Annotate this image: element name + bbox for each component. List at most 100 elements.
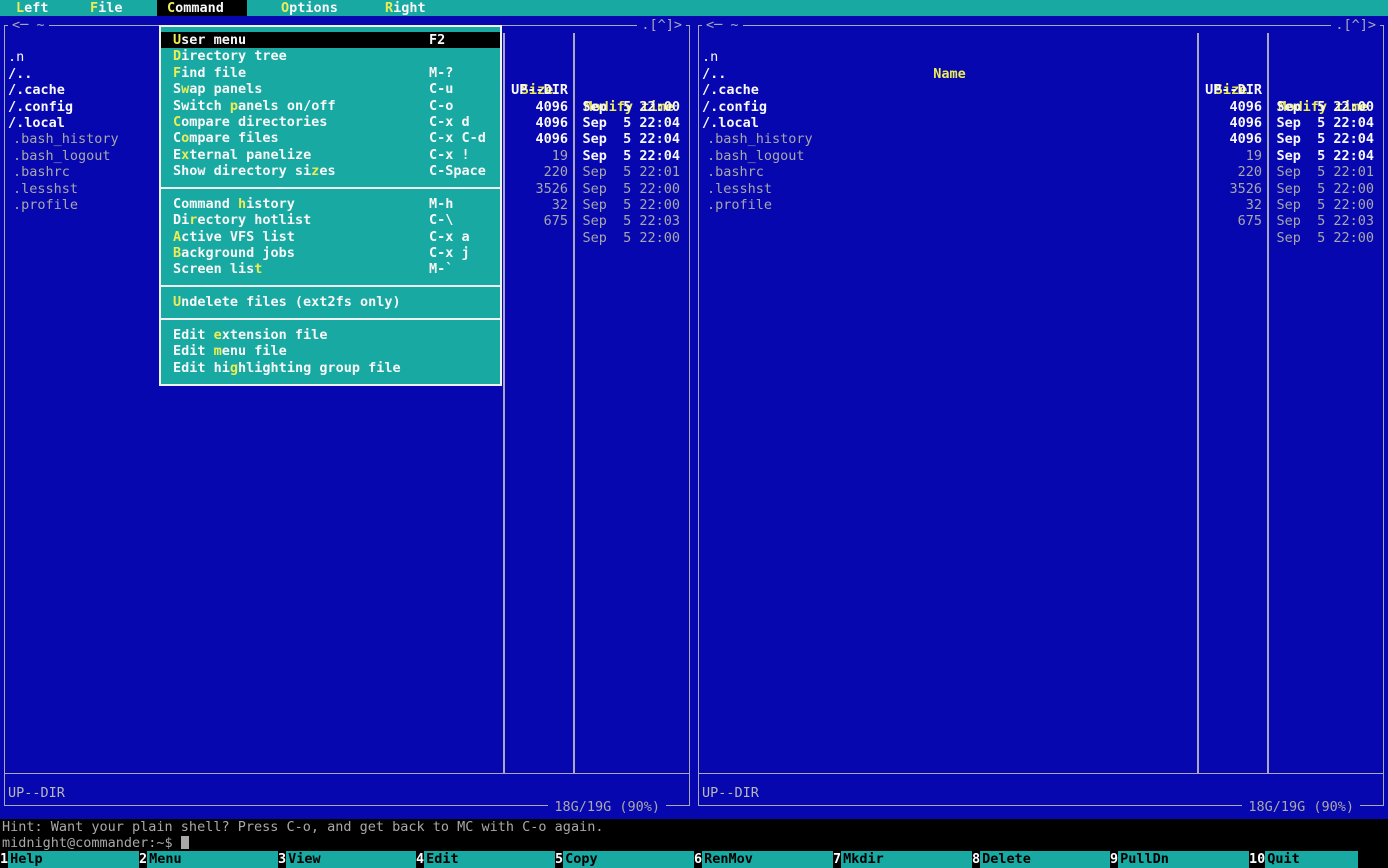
- fkey-number: 1: [0, 851, 8, 868]
- label-hotkey: A: [173, 229, 181, 245]
- file-row[interactable]: /.. UP--DIR Sep 5 22:00: [694, 49, 1388, 65]
- label-pre: Screen lis: [173, 261, 254, 277]
- file-size: 32: [506, 197, 568, 213]
- label-hotkey: g: [230, 360, 238, 376]
- menu-options[interactable]: Options: [281, 0, 338, 16]
- menu-item-directory-tree[interactable]: Directory tree: [161, 48, 500, 64]
- menu-item-switch-panels-on-off[interactable]: Switch panels on/offC-o: [161, 98, 500, 114]
- right-panel-disk-usage: 18G/19G (90%): [1242, 799, 1360, 815]
- file-size: 675: [506, 213, 568, 229]
- right-panel-column-headers: .n Name Size Modify time: [694, 33, 1388, 49]
- file-row[interactable]: /.local 4096 Sep 5 22:04: [694, 99, 1388, 115]
- menu-left[interactable]: Left: [16, 0, 49, 16]
- left-panel-ministatus-divider: [5, 773, 689, 774]
- shortcut-label: F2: [429, 32, 445, 48]
- file-row[interactable]: .bashrc 3526 Sep 5 22:00: [694, 148, 1388, 164]
- label-pre: Edit hi: [173, 360, 230, 376]
- menu-separator: [161, 180, 500, 196]
- fkey-delete[interactable]: 8Delete: [972, 851, 1110, 868]
- label-pre: Command: [173, 196, 238, 212]
- menu-right[interactable]: Right: [385, 0, 426, 16]
- file-row[interactable]: /.config 4096 Sep 5 22:04: [694, 82, 1388, 98]
- label-pre: C: [173, 130, 181, 146]
- shortcut-label: M-`: [429, 261, 453, 277]
- fkey-number: 10: [1249, 851, 1265, 868]
- block-cursor[interactable]: [181, 836, 189, 849]
- fkey-number: 7: [833, 851, 841, 868]
- menu-item-compare-files[interactable]: Compare filesC-x C-d: [161, 130, 500, 146]
- label-hotkey: p: [230, 98, 238, 114]
- file-row[interactable]: .bash_history 19 Sep 5 22:01: [694, 115, 1388, 131]
- fkey-mkdir[interactable]: 7Mkdir: [833, 851, 972, 868]
- menu-item-edit-highlighting-group-file[interactable]: Edit highlighting group file: [161, 360, 500, 376]
- file-mtime: Sep 5 22:00: [1272, 230, 1374, 246]
- label-hotkey: B: [173, 245, 181, 261]
- menu-item-compare-directories[interactable]: Compare directoriesC-x d: [161, 114, 500, 130]
- label-hotkey: U: [173, 32, 181, 48]
- menu-file[interactable]: File: [90, 0, 123, 16]
- fkey-pulldn[interactable]: 9PullDn: [1110, 851, 1249, 868]
- left-panel-nav-markers[interactable]: .[^]>: [637, 17, 686, 33]
- fkey-quit[interactable]: 10Quit: [1249, 851, 1358, 868]
- shortcut-label: C-\: [429, 212, 453, 228]
- menu-item-user-menu[interactable]: User menuF2: [161, 32, 500, 48]
- menu-left-label: eft: [24, 0, 48, 16]
- menu-item-directory-hotlist[interactable]: Directory hotlistC-\: [161, 212, 500, 228]
- label-pre: E: [173, 147, 181, 163]
- label-post: ctive VFS list: [181, 229, 295, 245]
- menu-item-find-file[interactable]: Find fileM-?: [161, 65, 500, 81]
- file-mtime: Sep 5 22:03: [1272, 213, 1374, 229]
- menu-right-label: ight: [393, 0, 426, 16]
- fkey-edit[interactable]: 4Edit: [416, 851, 555, 868]
- file-row[interactable]: .profile 675 Sep 5 22:00: [694, 181, 1388, 197]
- shortcut-label: C-o: [429, 98, 453, 114]
- file-row[interactable]: /.cache 4096 Sep 5 22:04: [694, 66, 1388, 82]
- fkey-renmov[interactable]: 6RenMov: [694, 851, 833, 868]
- menu-item-external-panelize[interactable]: External panelizeC-x !: [161, 147, 500, 163]
- shell-prompt[interactable]: midnight@commander:~$: [2, 835, 189, 851]
- label-post: es: [319, 163, 335, 179]
- menu-item-edit-menu-file[interactable]: Edit menu file: [161, 343, 500, 359]
- menu-command-label: ommand: [175, 0, 224, 16]
- fkey-number: 2: [139, 851, 147, 868]
- fkey-number: 9: [1110, 851, 1118, 868]
- label-post: enu file: [222, 343, 287, 359]
- fkey-number: 6: [694, 851, 702, 868]
- label-hotkey: D: [173, 48, 181, 64]
- file-row[interactable]: .lesshst 32 Sep 5 22:03: [694, 164, 1388, 180]
- fkey-copy[interactable]: 5Copy: [555, 851, 694, 868]
- function-key-bar: 1Help 2Menu 3View 4Edit 5Copy 6RenMov 7M…: [0, 851, 1388, 868]
- right-panel-nav-markers[interactable]: .[^]>: [1331, 17, 1380, 33]
- menu-item-undelete-files[interactable]: Undelete files (ext2fs only): [161, 294, 500, 310]
- menu-options-hotkey: O: [281, 0, 289, 16]
- fkey-help[interactable]: 1Help: [0, 851, 139, 868]
- menu-item-screen-list[interactable]: Screen list M-`: [161, 261, 500, 277]
- menu-command-hotkey: C: [167, 0, 175, 16]
- right-panel-history-back-marker[interactable]: <─ ~: [702, 17, 743, 33]
- menu-item-swap-panels[interactable]: Swap panelsC-u: [161, 81, 500, 97]
- menu-separator: [161, 311, 500, 327]
- menu-item-show-directory-sizes[interactable]: Show directory sizesC-Space: [161, 163, 500, 179]
- label-post: ternal panelize: [189, 147, 311, 163]
- menu-right-hotkey: R: [385, 0, 393, 16]
- shortcut-label: M-?: [429, 65, 453, 81]
- left-panel-history-back-marker[interactable]: <─ ~: [8, 17, 49, 33]
- fkey-number: 3: [278, 851, 286, 868]
- shortcut-label: C-u: [429, 81, 453, 97]
- menu-item-active-vfs-list[interactable]: Active VFS listC-x a: [161, 229, 500, 245]
- menu-item-command-history[interactable]: Command historyM-h: [161, 196, 500, 212]
- label-hotkey: e: [214, 327, 222, 343]
- fkey-menu[interactable]: 2Menu: [139, 851, 278, 868]
- label-hotkey: t: [254, 261, 262, 277]
- menu-item-background-jobs[interactable]: Background jobsC-x j: [161, 245, 500, 261]
- fkey-view[interactable]: 3View: [278, 851, 416, 868]
- file-mtime: Sep 5 22:00: [578, 230, 680, 246]
- label-post: mpare files: [189, 130, 278, 146]
- command-menu-dropdown: User menuF2 Directory tree Find fileM-? …: [159, 25, 502, 386]
- file-row[interactable]: .bash_logout 220 Sep 5 22:00: [694, 131, 1388, 147]
- menu-command[interactable]: Command: [157, 0, 247, 16]
- label-post: ompare directories: [181, 114, 327, 130]
- fkey-label: Menu: [147, 851, 278, 868]
- menu-item-edit-extension-file[interactable]: Edit extension file: [161, 327, 500, 343]
- file-mtime: Sep 5 22:00: [578, 197, 680, 213]
